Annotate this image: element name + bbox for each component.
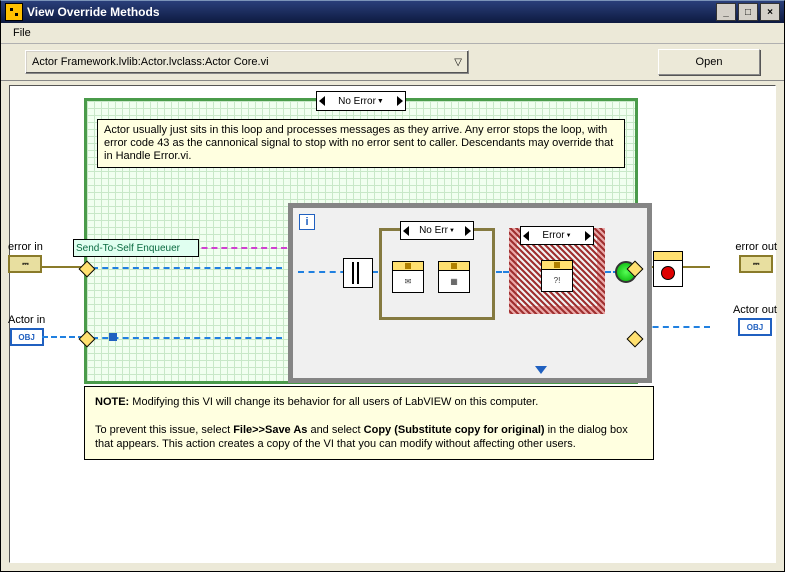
menu-file[interactable]: File bbox=[7, 25, 37, 41]
diagram-panel: error in ⎓ Actor in OBJ error out ⎓ Acto… bbox=[9, 85, 776, 563]
tunnel bbox=[79, 331, 96, 348]
terminal-error-in[interactable]: error in ⎓ bbox=[8, 241, 43, 273]
subvi-node[interactable]: ?! bbox=[541, 260, 573, 292]
note-box[interactable]: NOTE: Modifying this VI will change its … bbox=[84, 386, 654, 460]
comment-box[interactable]: Actor usually just sits in this loop and… bbox=[97, 119, 625, 168]
wire bbox=[92, 337, 282, 339]
window-title: View Override Methods bbox=[27, 5, 160, 19]
case-next-icon[interactable] bbox=[585, 231, 591, 241]
shift-register-icon[interactable] bbox=[535, 366, 547, 374]
case-next-icon[interactable] bbox=[397, 96, 403, 106]
stop-icon bbox=[661, 266, 675, 280]
wire bbox=[42, 266, 84, 268]
case-selector-err[interactable]: Error bbox=[520, 226, 594, 245]
case-structure-err[interactable]: Error ?! bbox=[509, 228, 605, 314]
wire bbox=[92, 267, 282, 269]
block-diagram[interactable]: error in ⎓ Actor in OBJ error out ⎓ Acto… bbox=[10, 86, 775, 562]
wire-junction bbox=[109, 333, 117, 341]
dropdown-icon: ▽ bbox=[454, 57, 462, 68]
tunnel bbox=[79, 261, 96, 278]
case-next-icon[interactable] bbox=[465, 226, 471, 236]
wire bbox=[42, 336, 84, 338]
stop-subvi[interactable] bbox=[653, 251, 683, 287]
close-button[interactable]: × bbox=[760, 3, 780, 21]
send-to-self-enqueuer-label[interactable]: Send-To-Self Enqueuer bbox=[73, 239, 199, 257]
case-structure-noerr[interactable]: No Err ✉ ▦ bbox=[379, 228, 495, 320]
note-prefix: NOTE: bbox=[95, 396, 129, 408]
terminal-error-out[interactable]: error out ⎓ bbox=[735, 241, 777, 273]
toolbar: Actor Framework.lvlib:Actor.lvclass:Acto… bbox=[1, 44, 784, 81]
case-selector-noerr[interactable]: No Err bbox=[400, 221, 474, 240]
vi-selector-combo[interactable]: Actor Framework.lvlib:Actor.lvclass:Acto… bbox=[25, 50, 469, 74]
maximize-button[interactable]: □ bbox=[738, 3, 758, 21]
window: View Override Methods _ □ × File Actor F… bbox=[0, 0, 785, 572]
app-icon bbox=[5, 3, 23, 21]
menubar: File bbox=[1, 23, 784, 44]
open-button[interactable]: Open bbox=[658, 49, 760, 75]
dequeue-node[interactable] bbox=[343, 258, 373, 288]
terminal-actor-out[interactable]: Actor out OBJ bbox=[733, 304, 777, 336]
subvi-node[interactable]: ▦ bbox=[438, 261, 470, 293]
vi-selector-value: Actor Framework.lvlib:Actor.lvclass:Acto… bbox=[32, 56, 269, 68]
minimize-button[interactable]: _ bbox=[716, 3, 736, 21]
terminal-actor-in[interactable]: Actor in OBJ bbox=[8, 314, 45, 346]
case-selector-outer[interactable]: No Error bbox=[316, 91, 406, 111]
titlebar: View Override Methods _ □ × bbox=[1, 1, 784, 23]
subvi-node[interactable]: ✉ bbox=[392, 261, 424, 293]
while-loop[interactable]: No Err ✉ ▦ bbox=[288, 203, 652, 383]
